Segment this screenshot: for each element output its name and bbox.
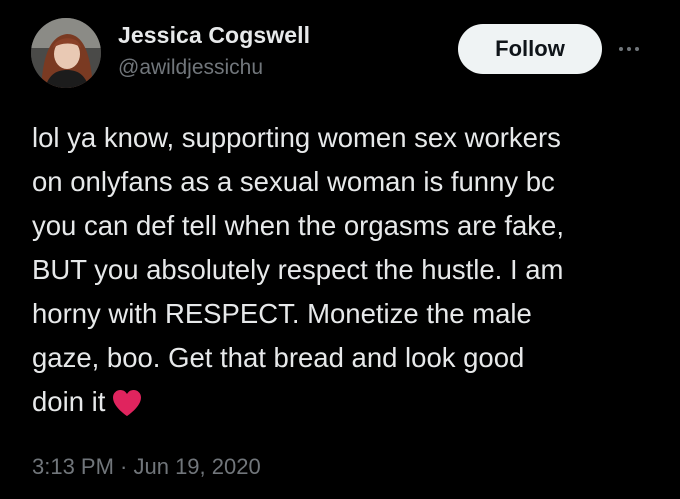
tweet-text-line: BUT you absolutely respect the hustle. I… xyxy=(32,254,564,285)
avatar-image xyxy=(31,18,101,88)
tweet-card: Jessica Cogswell @awildjessichu Follow l… xyxy=(0,0,680,499)
tweet-text-line: lol ya know, supporting women sex worker… xyxy=(32,122,561,153)
author-handle[interactable]: @awildjessichu xyxy=(118,56,263,80)
tweet-text: lol ya know, supporting women sex worker… xyxy=(32,116,657,431)
tweet-text-line: you can def tell when the orgasms are fa… xyxy=(32,210,564,241)
tweet-timestamp[interactable]: 3:13 PM · Jun 19, 2020 xyxy=(32,454,261,480)
more-horizontal-icon[interactable] xyxy=(612,36,646,62)
tweet-text-line: doin it xyxy=(32,386,106,417)
follow-button[interactable]: Follow xyxy=(458,24,602,74)
avatar[interactable] xyxy=(31,18,101,88)
tweet-text-line: gaze, boo. Get that bread and look good xyxy=(32,342,525,373)
tweet-text-line: on onlyfans as a sexual woman is funny b… xyxy=(32,166,555,197)
tweet-text-line: horny with RESPECT. Monetize the male xyxy=(32,298,532,329)
author-name[interactable]: Jessica Cogswell xyxy=(118,22,310,49)
tweet-text-last-line: doin it xyxy=(32,380,657,431)
red-heart-icon xyxy=(111,387,143,431)
